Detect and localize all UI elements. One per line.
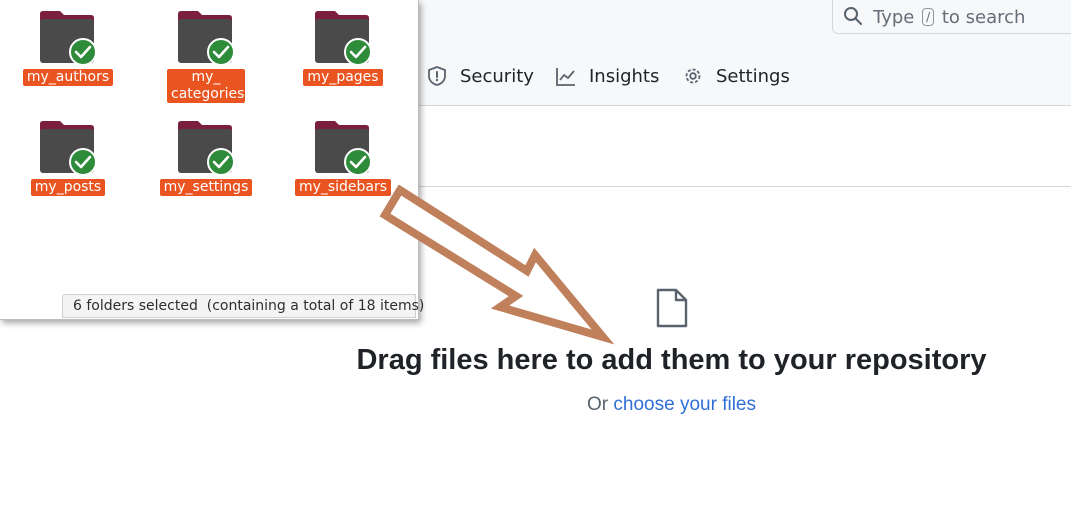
tab-security[interactable]: Security <box>426 62 534 90</box>
shield-icon <box>428 66 446 86</box>
folder-label: my_settings <box>159 179 253 196</box>
folder-label: my_sidebars <box>294 179 392 196</box>
shortcut-key: / <box>922 8 935 26</box>
folder-my-authors[interactable]: my_authors <box>8 10 128 86</box>
folder-label: my_ categories <box>167 69 245 103</box>
tab-insights-label: Insights <box>589 65 660 87</box>
folder-checked-icon <box>315 121 372 176</box>
folder-label: my_posts <box>30 179 106 196</box>
folder-my-categories[interactable]: my_ categories <box>146 10 266 103</box>
dropzone-subtitle: Or choose your files <box>0 394 1071 416</box>
choose-files-link[interactable]: choose your files <box>613 394 756 415</box>
section-divider <box>418 186 1071 187</box>
folder-label: my_pages <box>303 69 383 86</box>
search-placeholder: Type / to search <box>873 7 1025 28</box>
folder-my-posts[interactable]: my_posts <box>8 120 128 196</box>
folder-checked-icon <box>40 121 97 176</box>
tab-insights[interactable]: Insights <box>555 62 659 90</box>
search-placeholder-suffix: to search <box>941 7 1026 28</box>
search-placeholder-prefix: Type <box>873 7 915 28</box>
tab-security-label: Security <box>460 65 534 87</box>
tab-settings[interactable]: Settings <box>682 62 790 90</box>
folder-my-sidebars[interactable]: my_sidebars <box>283 120 403 196</box>
search-icon <box>844 7 862 25</box>
folder-checked-icon <box>178 11 235 66</box>
file-icon <box>656 288 688 328</box>
tab-settings-label: Settings <box>716 65 790 87</box>
dropzone-title: Drag files here to add them to your repo… <box>356 344 987 376</box>
selection-status-bar: 6 folders selected (containing a total o… <box>62 294 424 318</box>
gear-icon <box>685 68 701 84</box>
folder-checked-icon <box>315 11 372 66</box>
file-manager-window: my_authors my_ categories my_pages my_po… <box>0 0 424 320</box>
folder-checked-icon <box>40 11 97 66</box>
folder-checked-icon <box>178 121 235 176</box>
dropzone-or-text: Or <box>587 394 609 415</box>
folder-my-settings[interactable]: my_settings <box>146 120 266 196</box>
folder-label: my_authors <box>22 69 114 86</box>
folder-my-pages[interactable]: my_pages <box>283 10 403 86</box>
graph-icon <box>556 68 575 86</box>
search-input[interactable]: Type / to search <box>832 0 1071 34</box>
